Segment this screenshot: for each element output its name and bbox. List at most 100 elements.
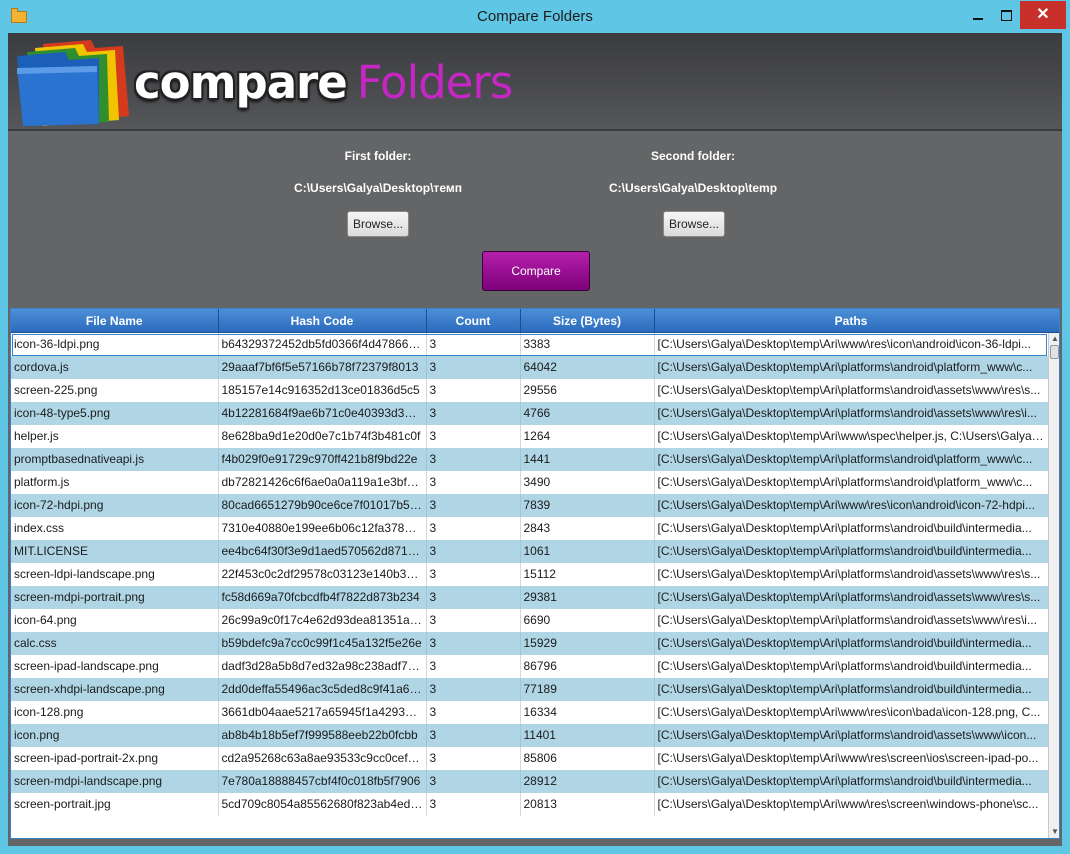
- cell-size: 28912: [520, 769, 655, 793]
- table-row[interactable]: icon-48-type5.png 4b12281684f9ae6b71c0e40…: [11, 401, 1049, 425]
- cell-hash-code: dadf3d28a5b8d7ed32a98c238adf74f1: [218, 654, 427, 678]
- scroll-down-icon[interactable]: ▼: [1049, 826, 1059, 838]
- cell-paths: [C:\Users\Galya\Desktop\temp\Ari\www\spe…: [654, 424, 1049, 448]
- cell-count: 3: [426, 769, 521, 793]
- cell-file-name: icon-64.png: [11, 608, 219, 632]
- table-row[interactable]: index.css 7310e40880e199ee6b06c12fa3789d.…: [11, 516, 1049, 540]
- first-folder-browse-button[interactable]: Browse...: [347, 211, 409, 237]
- cell-hash-code: 26c99a9c0f17c4e62d93dea81351a9cc: [218, 608, 427, 632]
- cell-size: 16334: [520, 700, 655, 724]
- vertical-scrollbar[interactable]: ▲ ▼: [1048, 333, 1059, 838]
- cell-paths: [C:\Users\Galya\Desktop\temp\Ari\platfor…: [654, 769, 1049, 793]
- cell-file-name: MIT.LICENSE: [11, 539, 219, 563]
- cell-count: 3: [426, 631, 521, 655]
- cell-count: 3: [426, 470, 521, 494]
- cell-count: 3: [426, 700, 521, 724]
- cell-hash-code: fc58d669a70fcbcdfb4f7822d873b234: [218, 585, 427, 609]
- cell-hash-code: 3661db04aae5217a65945f1a4293aebf: [218, 700, 427, 724]
- cell-size: 86796: [520, 654, 655, 678]
- table-row[interactable]: helper.js 8e628ba9d1e20d0e7c1b74f3b481c0f…: [11, 424, 1049, 448]
- scroll-up-icon[interactable]: ▲: [1049, 333, 1059, 345]
- column-header-hash-code[interactable]: Hash Code: [218, 309, 427, 333]
- table-row[interactable]: screen-ipad-landscape.png dadf3d28a5b8d7e…: [11, 654, 1049, 678]
- cell-file-name: screen-portrait.jpg: [11, 792, 219, 816]
- cell-file-name: screen-mdpi-portrait.png: [11, 585, 219, 609]
- second-folder-path: C:\Users\Galya\Desktop\temp: [608, 181, 778, 195]
- table-row[interactable]: screen-mdpi-landscape.png 7e780a18888457c…: [11, 769, 1049, 793]
- table-row[interactable]: calc.css b59bdefc9a7cc0c99f1c45a132f5e26e…: [11, 631, 1049, 655]
- app-window: Compare Folders ✕ compare Folders First f…: [0, 0, 1070, 854]
- cell-size: 85806: [520, 746, 655, 770]
- cell-file-name: icon-48-type5.png: [11, 401, 219, 425]
- cell-count: 3: [426, 792, 521, 816]
- cell-size: 2843: [520, 516, 655, 540]
- column-header-file-name[interactable]: File Name: [11, 309, 219, 333]
- table-row[interactable]: screen-ldpi-landscape.png 22f453c0c2df295…: [11, 562, 1049, 586]
- cell-file-name: icon-128.png: [11, 700, 219, 724]
- minimize-button[interactable]: [964, 1, 992, 29]
- cell-size: 1061: [520, 539, 655, 563]
- header-corner: [1048, 309, 1059, 333]
- close-icon: ✕: [1036, 6, 1050, 23]
- cell-size: 3490: [520, 470, 655, 494]
- maximize-button[interactable]: [992, 1, 1020, 29]
- cell-hash-code: 5cd709c8054a85562680f823ab4edf7c: [218, 792, 427, 816]
- cell-count: 3: [426, 677, 521, 701]
- table-row[interactable]: screen-xhdpi-landscape.png 2dd0deffa55496…: [11, 677, 1049, 701]
- table-row[interactable]: icon-128.png 3661db04aae5217a65945f1a4293…: [11, 700, 1049, 724]
- cell-paths: [C:\Users\Galya\Desktop\temp\Ari\platfor…: [654, 654, 1049, 678]
- first-folder-label: First folder:: [344, 149, 412, 163]
- cell-file-name: screen-ipad-landscape.png: [11, 654, 219, 678]
- compare-button[interactable]: Compare: [482, 251, 590, 291]
- cell-size: 1264: [520, 424, 655, 448]
- column-header-count[interactable]: Count: [426, 309, 521, 333]
- cell-count: 3: [426, 585, 521, 609]
- cell-paths: [C:\Users\Galya\Desktop\temp\Ari\www\res…: [654, 792, 1049, 816]
- scroll-thumb[interactable]: [1050, 345, 1059, 359]
- cell-count: 3: [426, 447, 521, 471]
- column-header-size[interactable]: Size (Bytes): [520, 309, 655, 333]
- second-folder-browse-button[interactable]: Browse...: [663, 211, 725, 237]
- results-table[interactable]: File Name Hash Code Count Size (Bytes) P…: [10, 308, 1060, 839]
- cell-count: 3: [426, 378, 521, 402]
- cell-hash-code: cd2a95268c63a8ae93533c9cc0cef4af: [218, 746, 427, 770]
- cell-hash-code: 7310e40880e199ee6b06c12fa3789d...: [218, 516, 427, 540]
- table-row[interactable]: screen-mdpi-portrait.png fc58d669a70fcbcd…: [11, 585, 1049, 609]
- cell-size: 11401: [520, 723, 655, 747]
- cell-file-name: icon-72-hdpi.png: [11, 493, 219, 517]
- cell-paths: [C:\Users\Galya\Desktop\temp\Ari\platfor…: [654, 378, 1049, 402]
- table-row[interactable]: promptbasednativeapi.js f4b029f0e91729c97…: [11, 447, 1049, 471]
- results-grid: File Name Hash Code Count Size (Bytes) P…: [11, 309, 1049, 816]
- column-header-paths[interactable]: Paths: [654, 309, 1049, 333]
- table-row[interactable]: screen-portrait.jpg 5cd709c8054a85562680f…: [11, 792, 1049, 816]
- table-row[interactable]: icon-72-hdpi.png 80cad6651279b90ce6ce7f01…: [11, 493, 1049, 517]
- table-row[interactable]: icon-64.png 26c99a9c0f17c4e62d93dea81351a…: [11, 608, 1049, 632]
- table-row[interactable]: cordova.js 29aaaf7bf6f5e57166b78f72379f80…: [11, 355, 1049, 379]
- cell-size: 7839: [520, 493, 655, 517]
- cell-size: 3383: [520, 332, 655, 356]
- cell-size: 1441: [520, 447, 655, 471]
- window-title: Compare Folders: [477, 8, 593, 25]
- cell-file-name: icon-36-ldpi.png: [11, 332, 219, 356]
- cell-file-name: helper.js: [11, 424, 219, 448]
- title-bar[interactable]: Compare Folders ✕: [0, 0, 1070, 33]
- cell-hash-code: ab8b4b18b5ef7f999588eeb22b0fcbb: [218, 723, 427, 747]
- table-row[interactable]: icon.png ab8b4b18b5ef7f999588eeb22b0fcbb 3…: [11, 723, 1049, 747]
- cell-paths: [C:\Users\Galya\Desktop\temp\Ari\platfor…: [654, 539, 1049, 563]
- maximize-icon: [1000, 10, 1012, 22]
- table-row[interactable]: platform.js db72821426c6f6ae0a0a119a1e3bf…: [11, 470, 1049, 494]
- table-row[interactable]: screen-ipad-portrait-2x.png cd2a95268c63a…: [11, 746, 1049, 770]
- cell-count: 3: [426, 723, 521, 747]
- cell-size: 15112: [520, 562, 655, 586]
- cell-count: 3: [426, 746, 521, 770]
- close-button[interactable]: ✕: [1020, 1, 1066, 29]
- table-row[interactable]: MIT.LICENSE ee4bc64f30f3e9d1aed570562d871…: [11, 539, 1049, 563]
- cell-hash-code: 29aaaf7bf6f5e57166b78f72379f8013: [218, 355, 427, 379]
- cell-count: 3: [426, 355, 521, 379]
- table-row[interactable]: icon-36-ldpi.png b64329372452db5fd0366f4d…: [11, 332, 1049, 356]
- cell-hash-code: 4b12281684f9ae6b71c0e40393d3936f: [218, 401, 427, 425]
- cell-file-name: screen-mdpi-landscape.png: [11, 769, 219, 793]
- cell-file-name: promptbasednativeapi.js: [11, 447, 219, 471]
- cell-size: 77189: [520, 677, 655, 701]
- table-row[interactable]: screen-225.png 185157e14c916352d13ce01836…: [11, 378, 1049, 402]
